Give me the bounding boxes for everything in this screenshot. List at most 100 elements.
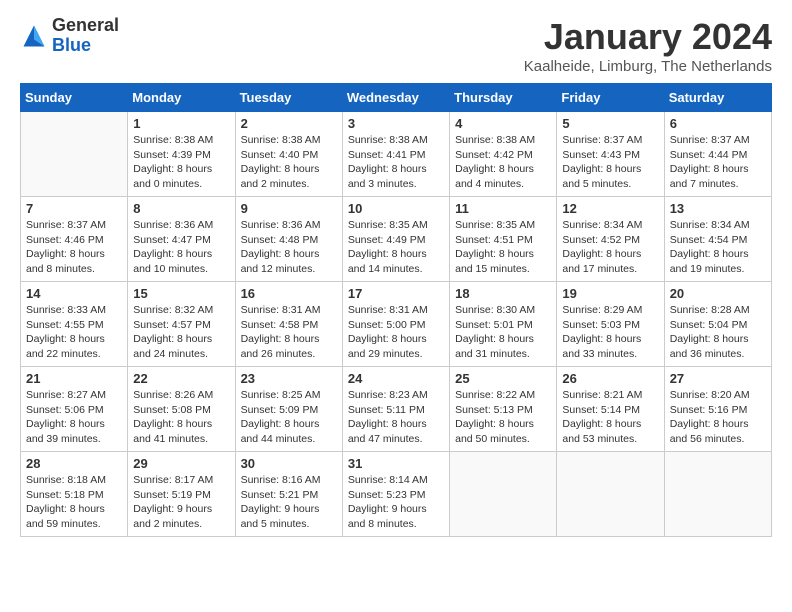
location-subtitle: Kaalheide, Limburg, The Netherlands [524,58,772,75]
day-number: 4 [455,116,551,131]
day-info: Sunrise: 8:16 AMSunset: 5:21 PMDaylight:… [241,473,337,532]
day-number: 3 [348,116,444,131]
day-info: Sunrise: 8:33 AMSunset: 4:55 PMDaylight:… [26,303,122,362]
calendar-cell: 21Sunrise: 8:27 AMSunset: 5:06 PMDayligh… [21,367,128,452]
calendar-cell: 2 Sunrise: 8:38 AMSunset: 4:40 PMDaylight… [235,112,342,197]
day-info: Sunrise: 8:37 AMSunset: 4:43 PMDaylight:… [562,133,658,192]
day-info: Sunrise: 8:31 AMSunset: 5:00 PMDaylight:… [348,303,444,362]
calendar-cell: 14 Sunrise: 8:33 AMSunset: 4:55 PMDayligh… [21,282,128,367]
calendar-cell: 23 Sunrise: 8:25 AMSunset: 5:09 PMDayligh… [235,367,342,452]
weekday-header-thursday: Thursday [450,84,557,112]
day-info: Sunrise: 8:38 AMSunset: 4:40 PMDaylight:… [241,133,337,192]
logo-icon [20,22,48,50]
day-info: Sunrise: 8:30 AMSunset: 5:01 PMDaylight:… [455,303,551,362]
calendar-cell: 12 Sunrise: 8:34 AMSunset: 4:52 PMDayligh… [557,197,664,282]
weekday-header-tuesday: Tuesday [235,84,342,112]
day-info: Sunrise: 8:35 AMSunset: 4:51 PMDaylight:… [455,218,551,277]
calendar-cell: 4 Sunrise: 8:38 AMSunset: 4:42 PMDaylight… [450,112,557,197]
calendar-cell: 25 Sunrise: 8:22 AMSunset: 5:13 PMDayligh… [450,367,557,452]
logo-text-general: General [52,16,119,36]
calendar-cell: 30Sunrise: 8:16 AMSunset: 5:21 PMDayligh… [235,452,342,537]
day-number: 25 [455,371,551,386]
logo-text-blue: Blue [52,36,119,56]
day-info: Sunrise: 8:38 AMSunset: 4:39 PMDaylight:… [133,133,229,192]
day-number: 14 [26,286,122,301]
day-info: Sunrise: 8:38 AMSunset: 4:42 PMDaylight:… [455,133,551,192]
day-info: Sunrise: 8:21 AMSunset: 5:14 PMDaylight:… [562,388,658,447]
calendar-cell: 15 Sunrise: 8:32 AMSunset: 4:57 PMDayligh… [128,282,235,367]
day-info: Sunrise: 8:37 AMSunset: 4:44 PMDaylight:… [670,133,766,192]
day-number: 29 [133,456,229,471]
day-info: Sunrise: 8:34 AMSunset: 4:54 PMDaylight:… [670,218,766,277]
calendar-cell: 9Sunrise: 8:36 AMSunset: 4:48 PMDaylight… [235,197,342,282]
calendar-cell: 18Sunrise: 8:30 AMSunset: 5:01 PMDayligh… [450,282,557,367]
calendar-cell [450,452,557,537]
week-row-1: 1 Sunrise: 8:38 AMSunset: 4:39 PMDaylight… [21,112,772,197]
day-info: Sunrise: 8:18 AMSunset: 5:18 PMDaylight:… [26,473,122,532]
day-number: 21 [26,371,122,386]
day-info: Sunrise: 8:35 AMSunset: 4:49 PMDaylight:… [348,218,444,277]
calendar-cell: 6 Sunrise: 8:37 AMSunset: 4:44 PMDaylight… [664,112,771,197]
day-number: 19 [562,286,658,301]
day-number: 1 [133,116,229,131]
title-section: January 2024 Kaalheide, Limburg, The Net… [524,16,772,75]
calendar-cell: 31 Sunrise: 8:14 AMSunset: 5:23 PMDayligh… [342,452,449,537]
day-info: Sunrise: 8:37 AMSunset: 4:46 PMDaylight:… [26,218,122,277]
day-number: 23 [241,371,337,386]
day-number: 15 [133,286,229,301]
day-number: 5 [562,116,658,131]
calendar-table: SundayMondayTuesdayWednesdayThursdayFrid… [20,83,772,537]
day-number: 26 [562,371,658,386]
week-row-5: 28 Sunrise: 8:18 AMSunset: 5:18 PMDayligh… [21,452,772,537]
day-info: Sunrise: 8:32 AMSunset: 4:57 PMDaylight:… [133,303,229,362]
day-number: 24 [348,371,444,386]
day-number: 2 [241,116,337,131]
day-number: 8 [133,201,229,216]
day-number: 11 [455,201,551,216]
calendar-cell: 3Sunrise: 8:38 AMSunset: 4:41 PMDaylight… [342,112,449,197]
calendar-cell: 22 Sunrise: 8:26 AMSunset: 5:08 PMDayligh… [128,367,235,452]
day-info: Sunrise: 8:31 AMSunset: 4:58 PMDaylight:… [241,303,337,362]
weekday-header-wednesday: Wednesday [342,84,449,112]
calendar-cell: 29 Sunrise: 8:17 AMSunset: 5:19 PMDayligh… [128,452,235,537]
calendar-cell [21,112,128,197]
day-number: 22 [133,371,229,386]
calendar-cell [557,452,664,537]
week-row-4: 21Sunrise: 8:27 AMSunset: 5:06 PMDayligh… [21,367,772,452]
calendar-cell: 5 Sunrise: 8:37 AMSunset: 4:43 PMDaylight… [557,112,664,197]
day-info: Sunrise: 8:22 AMSunset: 5:13 PMDaylight:… [455,388,551,447]
weekday-header-row: SundayMondayTuesdayWednesdayThursdayFrid… [21,84,772,112]
weekday-header-friday: Friday [557,84,664,112]
calendar-cell: 26 Sunrise: 8:21 AMSunset: 5:14 PMDayligh… [557,367,664,452]
month-title: January 2024 [524,16,772,58]
day-number: 31 [348,456,444,471]
day-info: Sunrise: 8:25 AMSunset: 5:09 PMDaylight:… [241,388,337,447]
calendar-cell: 13 Sunrise: 8:34 AMSunset: 4:54 PMDayligh… [664,197,771,282]
calendar-cell: 1 Sunrise: 8:38 AMSunset: 4:39 PMDaylight… [128,112,235,197]
day-number: 28 [26,456,122,471]
day-info: Sunrise: 8:36 AMSunset: 4:47 PMDaylight:… [133,218,229,277]
calendar-cell: 7 Sunrise: 8:37 AMSunset: 4:46 PMDaylight… [21,197,128,282]
calendar-cell: 24 Sunrise: 8:23 AMSunset: 5:11 PMDayligh… [342,367,449,452]
day-number: 7 [26,201,122,216]
calendar-cell [664,452,771,537]
day-info: Sunrise: 8:17 AMSunset: 5:19 PMDaylight:… [133,473,229,532]
day-number: 17 [348,286,444,301]
week-row-3: 14 Sunrise: 8:33 AMSunset: 4:55 PMDayligh… [21,282,772,367]
page-header: General Blue January 2024 Kaalheide, Lim… [20,16,772,75]
day-number: 6 [670,116,766,131]
calendar-cell: 20Sunrise: 8:28 AMSunset: 5:04 PMDayligh… [664,282,771,367]
calendar-cell: 17 Sunrise: 8:31 AMSunset: 5:00 PMDayligh… [342,282,449,367]
calendar-cell: 8 Sunrise: 8:36 AMSunset: 4:47 PMDaylight… [128,197,235,282]
day-info: Sunrise: 8:14 AMSunset: 5:23 PMDaylight:… [348,473,444,532]
day-number: 13 [670,201,766,216]
day-info: Sunrise: 8:34 AMSunset: 4:52 PMDaylight:… [562,218,658,277]
day-number: 16 [241,286,337,301]
day-number: 12 [562,201,658,216]
day-info: Sunrise: 8:23 AMSunset: 5:11 PMDaylight:… [348,388,444,447]
calendar-cell: 28 Sunrise: 8:18 AMSunset: 5:18 PMDayligh… [21,452,128,537]
weekday-header-saturday: Saturday [664,84,771,112]
day-info: Sunrise: 8:26 AMSunset: 5:08 PMDaylight:… [133,388,229,447]
calendar-cell: 16 Sunrise: 8:31 AMSunset: 4:58 PMDayligh… [235,282,342,367]
day-number: 20 [670,286,766,301]
